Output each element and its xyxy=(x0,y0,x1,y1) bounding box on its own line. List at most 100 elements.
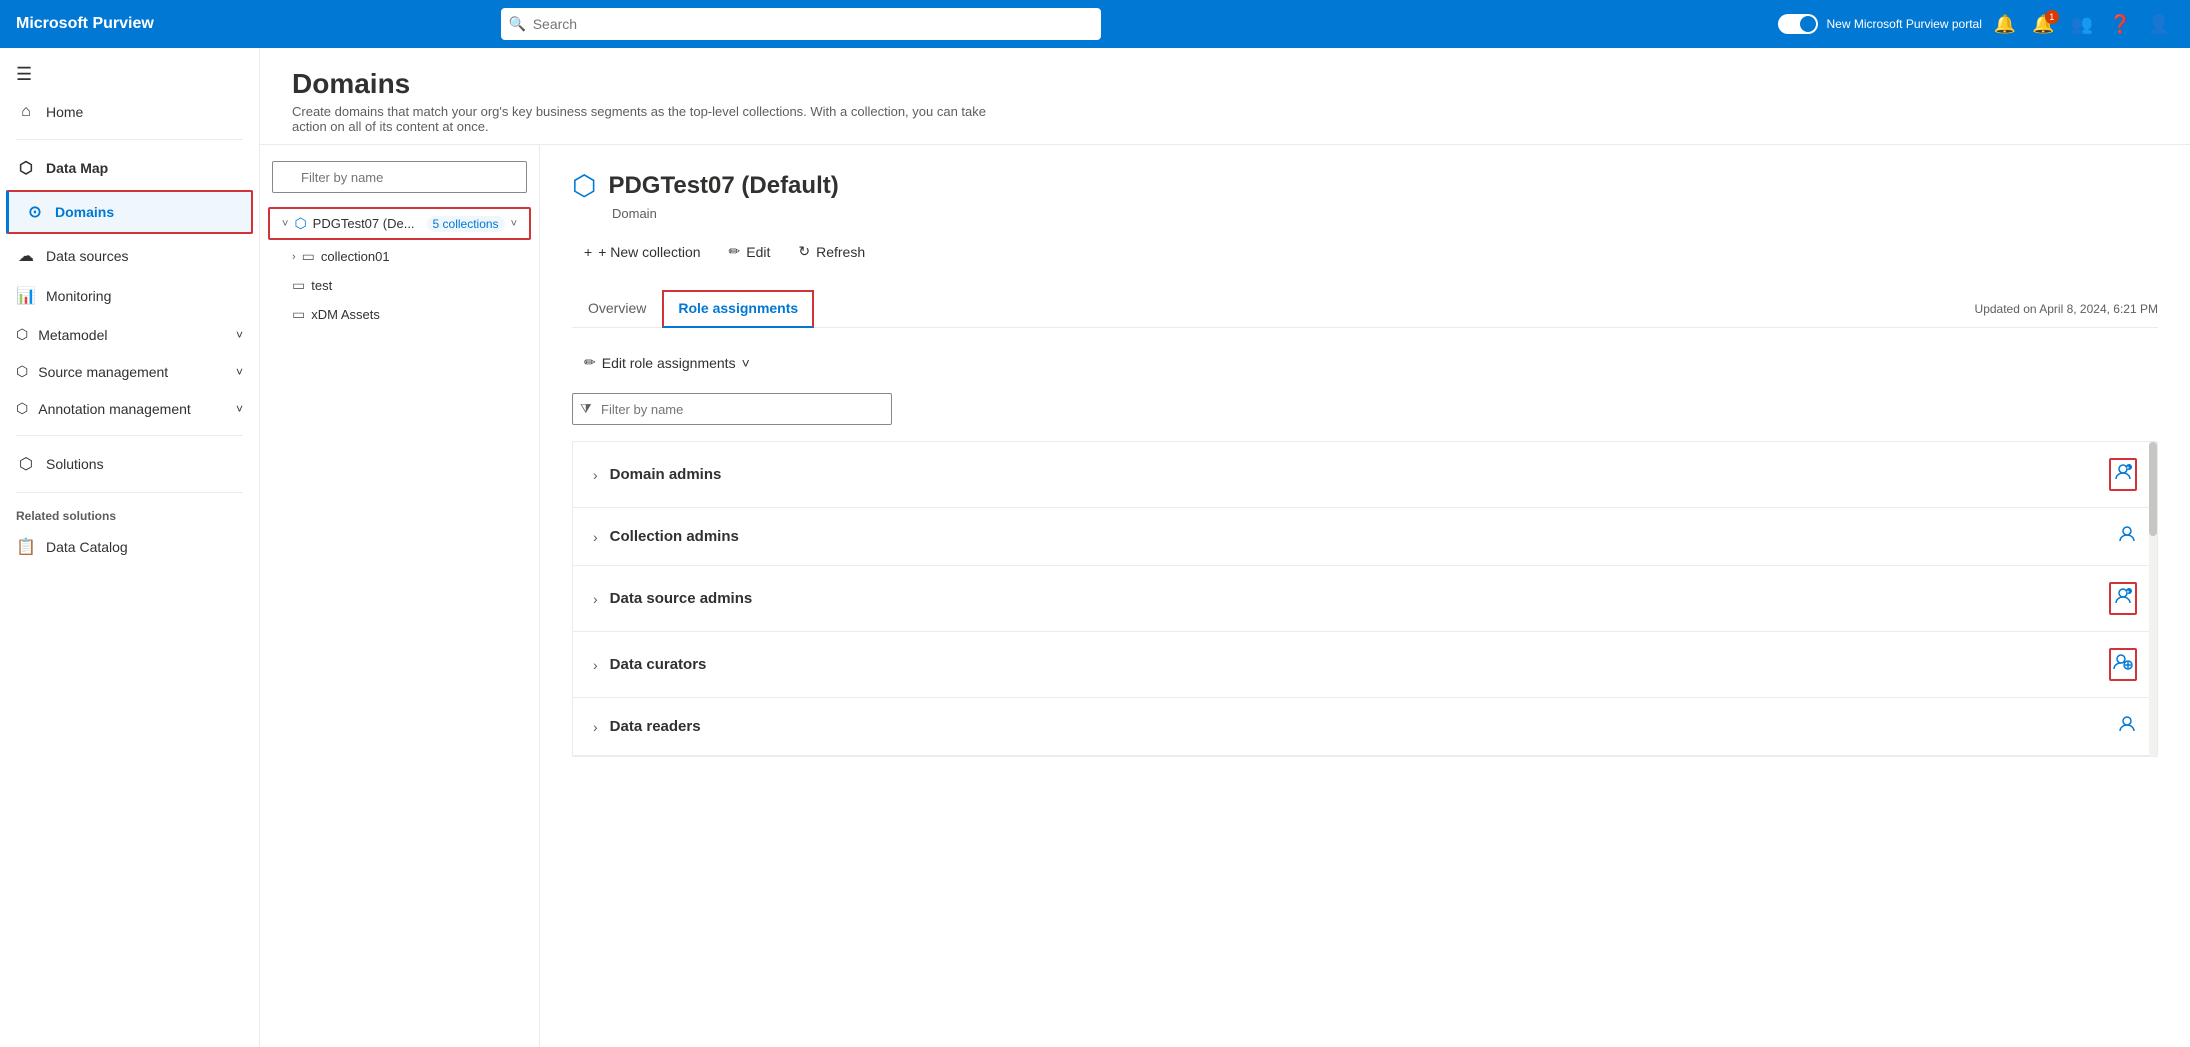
help-icon[interactable]: ❓ xyxy=(2105,10,2135,39)
role-filter-input[interactable] xyxy=(572,393,892,425)
collection-admins-role-icon xyxy=(2117,524,2137,549)
refresh-icon: ↻ xyxy=(798,243,810,260)
tab-overview-label: Overview xyxy=(588,300,646,316)
tree-item-test[interactable]: ▭ test xyxy=(260,271,539,300)
data-readers-role-icon xyxy=(2117,714,2137,739)
tree-panel: ⧩ ˅ ⬡ PDGTest07 (De... 5 collections ˅ xyxy=(260,145,540,1047)
source-management-icon: ⬡ xyxy=(16,363,28,380)
tabs-left: Overview Role assignments xyxy=(572,290,814,327)
sidebar-item-data-catalog[interactable]: 📋 Data Catalog xyxy=(0,527,259,567)
edit-label: Edit xyxy=(746,244,770,260)
sidebar-item-monitoring-label: Monitoring xyxy=(46,288,111,304)
role-toolbar: ✏ Edit role assignments ˅ xyxy=(572,348,2158,377)
search-container: 🔍 xyxy=(501,8,1101,40)
tree-root-item[interactable]: ˅ ⬡ PDGTest07 (De... 5 collections ˅ xyxy=(270,209,529,238)
role-item-domain-admins[interactable]: › Domain admins + xyxy=(573,442,2157,508)
portal-toggle-label: New Microsoft Purview portal xyxy=(1826,17,1981,31)
tab-role-assignments[interactable]: Role assignments xyxy=(662,290,814,328)
domains-page: Domains Create domains that match your o… xyxy=(260,48,2190,1047)
role-item-data-readers[interactable]: › Data readers xyxy=(573,698,2157,756)
sidebar-divider-1 xyxy=(16,139,243,140)
sidebar-item-source-management[interactable]: ⬡ Source management ˅ xyxy=(0,353,259,390)
detail-title-section: ⬡ PDGTest07 (Default) Domain xyxy=(572,169,2158,221)
sidebar-item-data-map-label: Data Map xyxy=(46,160,108,176)
role-filter-wrapper: ⧩ xyxy=(572,393,892,425)
notification-badge-icon[interactable]: 🔔 1 xyxy=(2028,10,2058,39)
sidebar-divider-2 xyxy=(16,435,243,436)
brand-logo: Microsoft Purview xyxy=(16,15,154,33)
role-name-domain-admins: Domain admins xyxy=(610,466,2097,483)
data-sources-icon: ☁ xyxy=(16,246,36,266)
scrollbar-thumb[interactable] xyxy=(2149,442,2157,536)
sidebar-item-domains-label: Domains xyxy=(55,204,114,220)
edit-role-icon: ✏ xyxy=(584,354,596,371)
tree-filter-input[interactable] xyxy=(272,161,527,193)
refresh-label: Refresh xyxy=(816,244,865,260)
tree-child-label-2: test xyxy=(311,278,527,293)
sidebar-item-data-catalog-label: Data Catalog xyxy=(46,539,128,555)
sidebar-item-data-map[interactable]: ⬡ Data Map xyxy=(0,148,259,188)
sidebar-item-metamodel-label: Metamodel xyxy=(38,327,107,343)
role-name-data-curators: Data curators xyxy=(610,656,2097,673)
role-list: › Domain admins + xyxy=(572,441,2158,757)
sidebar-item-domains[interactable]: ⊙ Domains xyxy=(6,190,253,234)
solutions-icon: ⬡ xyxy=(16,454,36,474)
tree-item-collection01[interactable]: › ▭ collection01 xyxy=(260,242,539,271)
role-name-data-readers: Data readers xyxy=(610,718,2105,735)
page-title: Domains xyxy=(292,68,2158,100)
filter-wrapper: ⧩ xyxy=(260,161,539,205)
domain-admins-role-icon: + xyxy=(2109,458,2137,491)
portal-toggle[interactable] xyxy=(1778,14,1818,34)
tree-child-icon-1: ▭ xyxy=(302,248,315,265)
people-icon[interactable]: 👥 xyxy=(2067,10,2097,39)
sidebar: ☰ ⌂ Home ⬡ Data Map ⊙ Domains ☁ Data sou… xyxy=(0,48,260,1047)
new-collection-label: + New collection xyxy=(598,244,700,260)
search-input[interactable] xyxy=(501,8,1101,40)
refresh-button[interactable]: ↻ Refresh xyxy=(786,237,877,266)
role-item-data-source-admins[interactable]: › Data source admins + xyxy=(573,566,2157,632)
role-filter-bar: ⧩ xyxy=(572,393,2158,425)
monitoring-icon: 📊 xyxy=(16,286,36,306)
home-icon: ⌂ xyxy=(16,103,36,121)
tree-root-chevron-icon: ˅ xyxy=(282,218,288,230)
detail-page-title: PDGTest07 (Default) xyxy=(608,172,838,200)
tree-item-xdm-assets[interactable]: ▭ xDM Assets xyxy=(260,300,539,329)
sidebar-item-metamodel[interactable]: ⬡ Metamodel ˅ xyxy=(0,316,259,353)
collections-count-badge: 5 collections xyxy=(427,216,505,232)
user-avatar-icon[interactable]: 👤 xyxy=(2144,10,2174,39)
edit-button[interactable]: ✏ Edit xyxy=(717,237,783,266)
data-map-icon: ⬡ xyxy=(16,158,36,178)
updated-timestamp: Updated on April 8, 2024, 6:21 PM xyxy=(1975,302,2158,316)
role-chevron-icon-3: › xyxy=(593,591,598,607)
notification-bell-icon[interactable]: 🔔 xyxy=(1990,10,2020,39)
role-chevron-icon-1: › xyxy=(593,467,598,483)
new-collection-button[interactable]: + + New collection xyxy=(572,238,713,266)
tree-root-highlighted: ˅ ⬡ PDGTest07 (De... 5 collections ˅ xyxy=(268,207,531,240)
edit-role-assignments-button[interactable]: ✏ Edit role assignments ˅ xyxy=(572,348,762,377)
svg-text:+: + xyxy=(2127,590,2130,596)
sidebar-item-home[interactable]: ⌂ Home xyxy=(0,93,259,131)
tab-overview[interactable]: Overview xyxy=(572,290,662,328)
data-curators-role-icon xyxy=(2109,648,2137,681)
role-item-collection-admins[interactable]: › Collection admins xyxy=(573,508,2157,566)
detail-domain-icon: ⬡ xyxy=(572,169,596,202)
detail-subtitle: Domain xyxy=(612,206,2158,221)
detail-panel: ⬡ PDGTest07 (Default) Domain + + New col… xyxy=(540,145,2190,1047)
domains-icon: ⊙ xyxy=(25,202,45,222)
sidebar-item-data-sources[interactable]: ☁ Data sources xyxy=(0,236,259,276)
sidebar-item-solutions[interactable]: ⬡ Solutions xyxy=(0,444,259,484)
detail-heading-row: ⬡ PDGTest07 (Default) xyxy=(572,169,2158,202)
svg-text:+: + xyxy=(2127,466,2130,472)
edit-role-label: Edit role assignments xyxy=(602,355,736,371)
annotation-management-chevron-icon: ˅ xyxy=(236,402,243,416)
role-chevron-icon-5: › xyxy=(593,719,598,735)
page-description: Create domains that match your org's key… xyxy=(292,104,992,134)
sidebar-item-annotation-management[interactable]: ⬡ Annotation management ˅ xyxy=(0,390,259,427)
metamodel-chevron-icon: ˅ xyxy=(236,328,243,342)
sidebar-divider-3 xyxy=(16,492,243,493)
role-item-data-curators[interactable]: › Data curators xyxy=(573,632,2157,698)
sidebar-item-monitoring[interactable]: 📊 Monitoring xyxy=(0,276,259,316)
hamburger-menu[interactable]: ☰ xyxy=(0,56,259,93)
role-chevron-icon-2: › xyxy=(593,529,598,545)
sidebar-item-data-sources-label: Data sources xyxy=(46,248,128,264)
